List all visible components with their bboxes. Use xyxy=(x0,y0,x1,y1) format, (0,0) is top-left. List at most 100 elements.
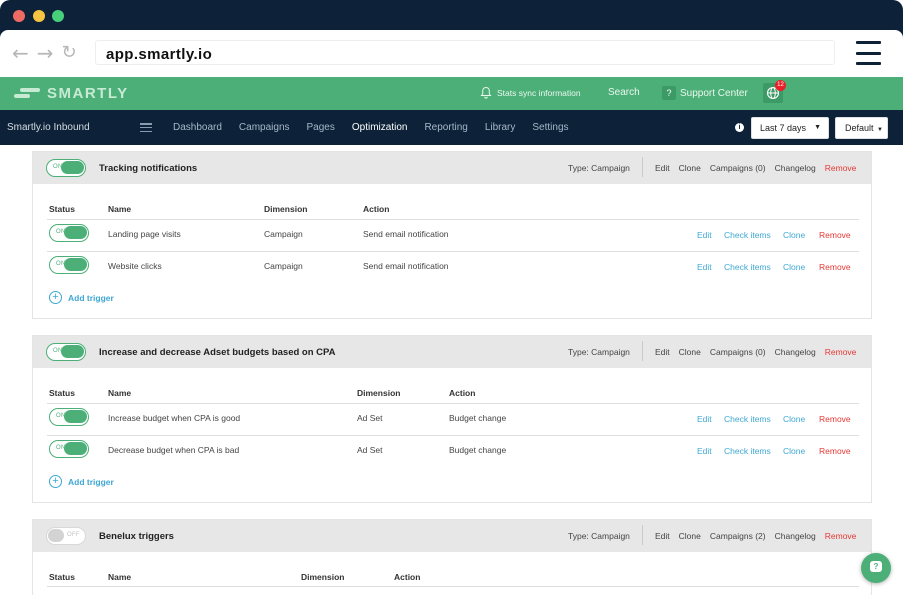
check-items-link[interactable]: Check items xyxy=(724,230,771,240)
plus-circle-icon: + xyxy=(49,475,62,488)
date-range-dropdown[interactable]: Last 7 days ▼ xyxy=(751,117,829,139)
column-header-action: Action xyxy=(449,388,476,398)
clone-trigger-link[interactable]: Clone xyxy=(783,262,805,272)
column-header-status: Status xyxy=(49,204,75,214)
card-header: ON Tracking notifications Type: Campaign… xyxy=(33,152,871,184)
minimize-window-button[interactable] xyxy=(33,10,45,22)
clone-group-link[interactable]: Clone xyxy=(679,347,701,357)
support-center-link[interactable]: ? Support Center xyxy=(662,86,748,100)
chat-support-button[interactable]: ? xyxy=(861,553,891,583)
remove-group-link[interactable]: Remove xyxy=(825,163,857,173)
trigger-dimension: Ad Set xyxy=(357,445,383,455)
trigger-name: Landing page visits xyxy=(108,229,181,239)
search-link[interactable]: Search xyxy=(608,87,640,98)
column-header-name: Name xyxy=(108,388,132,398)
check-items-link[interactable]: Check items xyxy=(724,262,771,272)
nav-campaigns[interactable]: Campaigns xyxy=(239,122,290,133)
close-window-button[interactable] xyxy=(13,10,25,22)
notifications-button[interactable]: 12 xyxy=(763,80,786,103)
remove-trigger-link[interactable]: Remove xyxy=(819,262,851,272)
preset-dropdown[interactable]: Default ▼ xyxy=(835,117,888,139)
group-title: Tracking notifications xyxy=(99,163,198,174)
clone-trigger-link[interactable]: Clone xyxy=(783,446,805,456)
trigger-toggle[interactable]: ON xyxy=(49,440,89,458)
row-divider xyxy=(47,219,859,220)
remove-trigger-link[interactable]: Remove xyxy=(819,446,851,456)
trigger-dimension: Ad Set xyxy=(357,413,383,423)
remove-trigger-link[interactable]: Remove xyxy=(819,414,851,424)
add-trigger-button[interactable]: + Add trigger xyxy=(49,475,114,488)
group-toggle[interactable]: ON xyxy=(46,159,86,177)
clone-group-link[interactable]: Clone xyxy=(679,163,701,173)
edit-trigger-link[interactable]: Edit xyxy=(697,446,712,456)
browser-menu-icon[interactable] xyxy=(856,41,881,65)
column-header-dimension: Dimension xyxy=(357,388,401,398)
date-range-value: Last 7 days xyxy=(760,123,807,133)
reload-icon[interactable]: ↻ xyxy=(62,43,77,63)
url-field[interactable]: app.smartly.io xyxy=(95,40,835,65)
campaigns-group-link[interactable]: Campaigns (0) xyxy=(710,347,766,357)
group-title: Benelux triggers xyxy=(99,531,174,542)
nav-reporting[interactable]: Reporting xyxy=(424,122,467,133)
account-name[interactable]: Smartly.io Inbound xyxy=(7,122,90,133)
nav-settings[interactable]: Settings xyxy=(532,122,568,133)
nav-pages[interactable]: Pages xyxy=(307,122,335,133)
clone-group-link[interactable]: Clone xyxy=(679,531,701,541)
smartly-logo[interactable]: SMARTLY xyxy=(14,85,129,102)
stats-sync-button[interactable]: Stats sync information xyxy=(480,86,581,99)
clone-trigger-link[interactable]: Clone xyxy=(783,230,805,240)
logo-mark-icon xyxy=(14,87,40,100)
column-header-dimension: Dimension xyxy=(264,204,308,214)
remove-group-link[interactable]: Remove xyxy=(825,347,857,357)
nav-links: Dashboard Campaigns Pages Optimization R… xyxy=(173,122,586,133)
nav-optimization[interactable]: Optimization xyxy=(352,122,408,133)
check-items-link[interactable]: Check items xyxy=(724,414,771,424)
add-trigger-button[interactable]: + Add trigger xyxy=(49,291,114,304)
info-icon[interactable]: i xyxy=(735,123,744,132)
trigger-action: Send email notification xyxy=(363,229,449,239)
edit-trigger-link[interactable]: Edit xyxy=(697,230,712,240)
changelog-group-link[interactable]: Changelog xyxy=(775,531,816,541)
remove-group-link[interactable]: Remove xyxy=(825,531,857,541)
column-header-status: Status xyxy=(49,572,75,582)
changelog-group-link[interactable]: Changelog xyxy=(775,347,816,357)
url-text: app.smartly.io xyxy=(106,46,213,63)
nav-library[interactable]: Library xyxy=(485,122,516,133)
edit-group-link[interactable]: Edit xyxy=(655,347,670,357)
trigger-toggle[interactable]: ON xyxy=(49,256,89,274)
column-header-action: Action xyxy=(394,572,421,582)
clone-trigger-link[interactable]: Clone xyxy=(783,414,805,424)
maximize-window-button[interactable] xyxy=(52,10,64,22)
address-bar: ← → ↻ app.smartly.io xyxy=(0,30,903,77)
check-items-link[interactable]: Check items xyxy=(724,446,771,456)
browser-window: ← → ↻ app.smartly.io SMARTLY Stats sync … xyxy=(0,0,903,595)
row-divider xyxy=(47,251,859,252)
group-toggle[interactable]: OFF xyxy=(46,527,86,545)
campaigns-group-link[interactable]: Campaigns (0) xyxy=(710,163,766,173)
group-toggle[interactable]: ON xyxy=(46,343,86,361)
changelog-group-link[interactable]: Changelog xyxy=(775,163,816,173)
group-actions: Edit Clone Campaigns (0) Changelog Remov… xyxy=(655,163,856,173)
trigger-toggle[interactable]: ON xyxy=(49,408,89,426)
edit-trigger-link[interactable]: Edit xyxy=(697,262,712,272)
back-arrow-icon[interactable]: ← xyxy=(12,43,29,63)
add-trigger-label: Add trigger xyxy=(68,292,114,303)
remove-trigger-link[interactable]: Remove xyxy=(819,230,851,240)
edit-trigger-link[interactable]: Edit xyxy=(697,414,712,424)
nav-dashboard[interactable]: Dashboard xyxy=(173,122,222,133)
menu-icon[interactable] xyxy=(140,123,152,132)
caret-down-icon: ▼ xyxy=(877,127,883,133)
column-header-status: Status xyxy=(49,388,75,398)
forward-arrow-icon[interactable]: → xyxy=(37,43,54,63)
edit-group-link[interactable]: Edit xyxy=(655,531,670,541)
app-header: SMARTLY Stats sync information Search ? S… xyxy=(0,77,903,110)
trigger-toggle[interactable]: ON xyxy=(49,224,89,242)
column-header-dimension: Dimension xyxy=(301,572,345,582)
campaigns-group-link[interactable]: Campaigns (2) xyxy=(710,531,766,541)
trigger-group-card: ON Increase and decrease Adset budgets b… xyxy=(32,335,872,503)
group-title: Increase and decrease Adset budgets base… xyxy=(99,347,336,358)
edit-group-link[interactable]: Edit xyxy=(655,163,670,173)
stats-sync-label: Stats sync information xyxy=(497,87,581,98)
trigger-dimension: Campaign xyxy=(264,229,303,239)
card-header: OFF Benelux triggers Type: Campaign Edit… xyxy=(33,520,871,552)
